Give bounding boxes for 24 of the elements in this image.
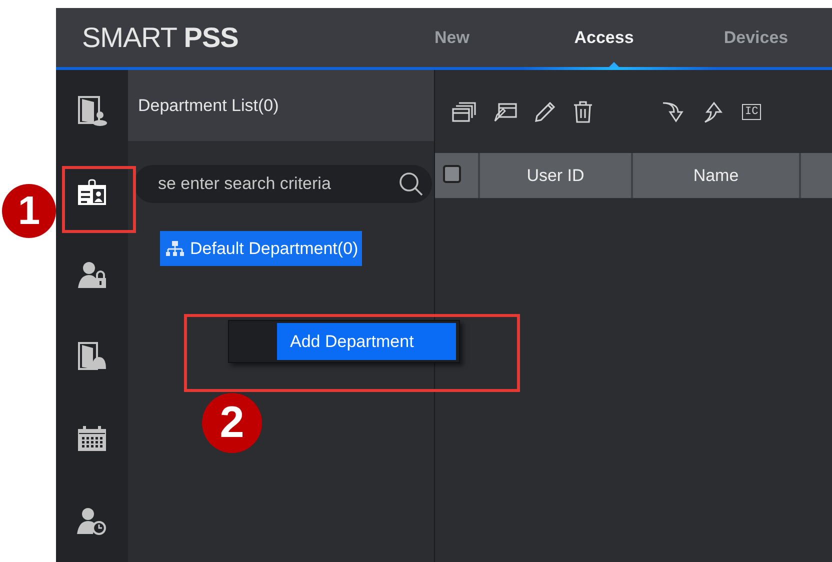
- column-header[interactable]: User ID: [526, 166, 584, 186]
- nav-tab[interactable]: New: [376, 22, 528, 54]
- cards-icon[interactable]: [451, 100, 477, 124]
- pencil-icon[interactable]: [533, 100, 557, 124]
- user-clock-icon[interactable]: [76, 505, 108, 537]
- menu-item[interactable]: Add Department: [277, 323, 456, 360]
- nav-tab[interactable]: Devices: [680, 22, 832, 54]
- user-lock-icon[interactable]: [76, 259, 108, 291]
- tree-item[interactable]: Default Department(0): [160, 231, 362, 266]
- door-icon[interactable]: [76, 95, 108, 127]
- ic-card-icon[interactable]: IC: [742, 104, 762, 120]
- app-logo: SMART PSS: [81, 22, 240, 54]
- panel-title: Department List(0): [138, 96, 279, 116]
- door-bell-icon[interactable]: [76, 341, 108, 373]
- nav-tab[interactable]: Access: [528, 22, 680, 54]
- search-icon[interactable]: [398, 171, 424, 197]
- search-field[interactable]: se enter search criteria: [134, 165, 432, 203]
- tab-indicator: [609, 62, 619, 67]
- step-marker: 1: [2, 184, 56, 238]
- down-arrow-icon[interactable]: [660, 100, 684, 124]
- column-header[interactable]: Name: [693, 166, 739, 186]
- checkbox[interactable]: [443, 165, 461, 183]
- trash-icon[interactable]: [572, 100, 594, 124]
- org-chart-icon: [166, 240, 184, 258]
